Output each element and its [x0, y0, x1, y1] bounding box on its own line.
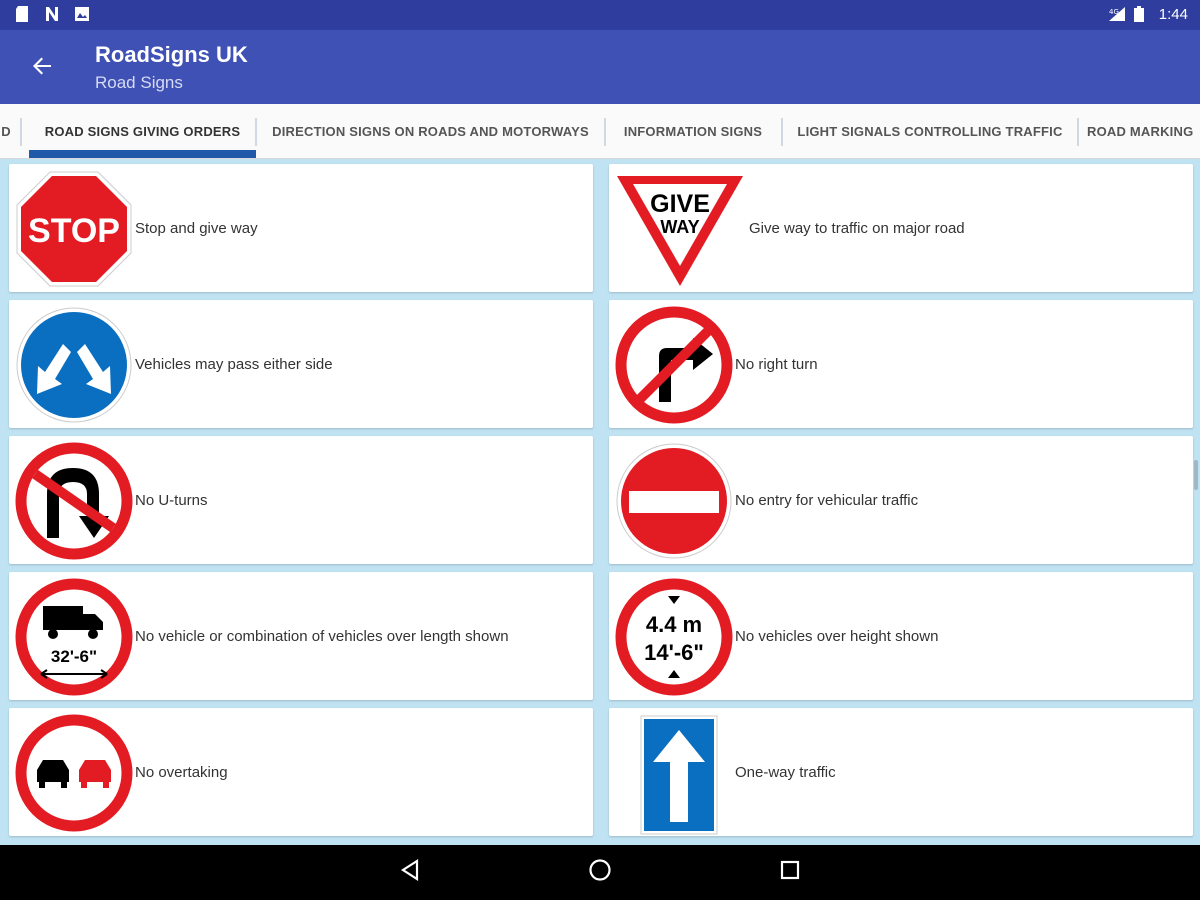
- square-recents-icon: [780, 860, 800, 885]
- sign-grid: STOP Stop and give way GIVE WAY Give way…: [0, 160, 1200, 845]
- svg-text:4G: 4G: [1109, 8, 1119, 16]
- tab-information-signs[interactable]: INFORMATION SIGNS: [606, 104, 780, 158]
- sign-card-stop[interactable]: STOP Stop and give way: [9, 164, 593, 292]
- sign-label: Vehicles may pass either side: [135, 355, 333, 373]
- sign-label: No overtaking: [135, 763, 228, 781]
- sign-label: No vehicles over height shown: [735, 627, 939, 645]
- battery-icon: [1133, 5, 1149, 23]
- n-letter-icon: [44, 5, 60, 23]
- no-right-turn-sign-icon: [615, 306, 733, 424]
- nav-recents-button[interactable]: [770, 857, 810, 887]
- tab-partial-left[interactable]: D: [0, 104, 12, 158]
- no-overtaking-sign-icon: [15, 714, 133, 832]
- sign-label: One-way traffic: [735, 763, 836, 781]
- tab-direction-signs[interactable]: DIRECTION SIGNS ON ROADS AND MOTORWAYS: [258, 104, 603, 158]
- active-tab-indicator: [29, 150, 256, 158]
- stop-sign-icon: STOP: [15, 170, 133, 288]
- give-way-text-2: WAY: [660, 217, 699, 237]
- sign-card-no-entry[interactable]: No entry for vehicular traffic: [609, 436, 1193, 564]
- image-icon: [74, 5, 90, 23]
- height-limit-sign-icon: 4.4 m 14'-6": [615, 578, 733, 696]
- circle-home-icon: [588, 858, 612, 887]
- scrollbar-thumb[interactable]: [1194, 460, 1198, 490]
- sign-card-no-overtaking[interactable]: No overtaking: [9, 708, 593, 836]
- triangle-back-icon: [399, 858, 421, 886]
- sign-label: Give way to traffic on major road: [749, 219, 965, 237]
- sign-card-give-way[interactable]: GIVE WAY Give way to traffic on major ro…: [609, 164, 1193, 292]
- height-limit-text-1: 4.4 m: [646, 612, 702, 637]
- no-u-turn-sign-icon: [15, 442, 133, 560]
- signal-icon: 4G: [1107, 5, 1125, 23]
- sign-card-height-limit[interactable]: 4.4 m 14'-6" No vehicles over height sho…: [609, 572, 1193, 700]
- tab-divider: [20, 118, 22, 146]
- nav-home-button[interactable]: [580, 857, 620, 887]
- one-way-sign-icon: [615, 714, 733, 835]
- sign-label: No vehicle or combination of vehicles ov…: [135, 627, 509, 645]
- sign-card-one-way[interactable]: One-way traffic: [609, 708, 1193, 836]
- stop-sign-text: STOP: [28, 212, 120, 250]
- length-limit-sign-icon: 32'-6": [15, 578, 133, 696]
- arrow-left-icon: [31, 55, 53, 82]
- tab-divider: [1077, 118, 1079, 146]
- tab-light-signals[interactable]: LIGHT SIGNALS CONTROLLING TRAFFIC: [783, 104, 1077, 158]
- pass-either-side-sign-icon: [15, 306, 133, 424]
- clock: 1:44: [1158, 5, 1188, 23]
- sign-card-no-right-turn[interactable]: No right turn: [609, 300, 1193, 428]
- app-title: RoadSigns UK: [95, 42, 248, 67]
- app-bar: RoadSigns UK Road Signs: [0, 30, 1200, 104]
- sign-card-no-u-turn[interactable]: No U-turns: [9, 436, 593, 564]
- sign-card-length-limit[interactable]: 32'-6" No vehicle or combination of vehi…: [9, 572, 593, 700]
- sign-card-pass-either-side[interactable]: Vehicles may pass either side: [9, 300, 593, 428]
- sign-label: No entry for vehicular traffic: [735, 491, 919, 509]
- give-way-sign-icon: GIVE WAY: [615, 170, 743, 288]
- nav-back-button[interactable]: [390, 857, 430, 887]
- sign-label: No right turn: [735, 355, 818, 373]
- app-subtitle: Road Signs: [95, 73, 183, 92]
- length-limit-text: 32'-6": [51, 647, 97, 666]
- sign-label: Stop and give way: [135, 219, 258, 237]
- tab-road-marking[interactable]: ROAD MARKING: [1087, 104, 1200, 158]
- give-way-text-1: GIVE: [650, 190, 710, 218]
- navigation-bar: [0, 845, 1200, 900]
- no-entry-sign-icon: [615, 442, 733, 560]
- back-button[interactable]: [22, 48, 62, 88]
- sd-card-icon: [14, 5, 30, 23]
- tab-divider: [255, 118, 257, 146]
- sign-label: No U-turns: [135, 491, 208, 509]
- status-bar: 4G 1:44: [0, 0, 1200, 30]
- height-limit-text-2: 14'-6": [644, 640, 704, 665]
